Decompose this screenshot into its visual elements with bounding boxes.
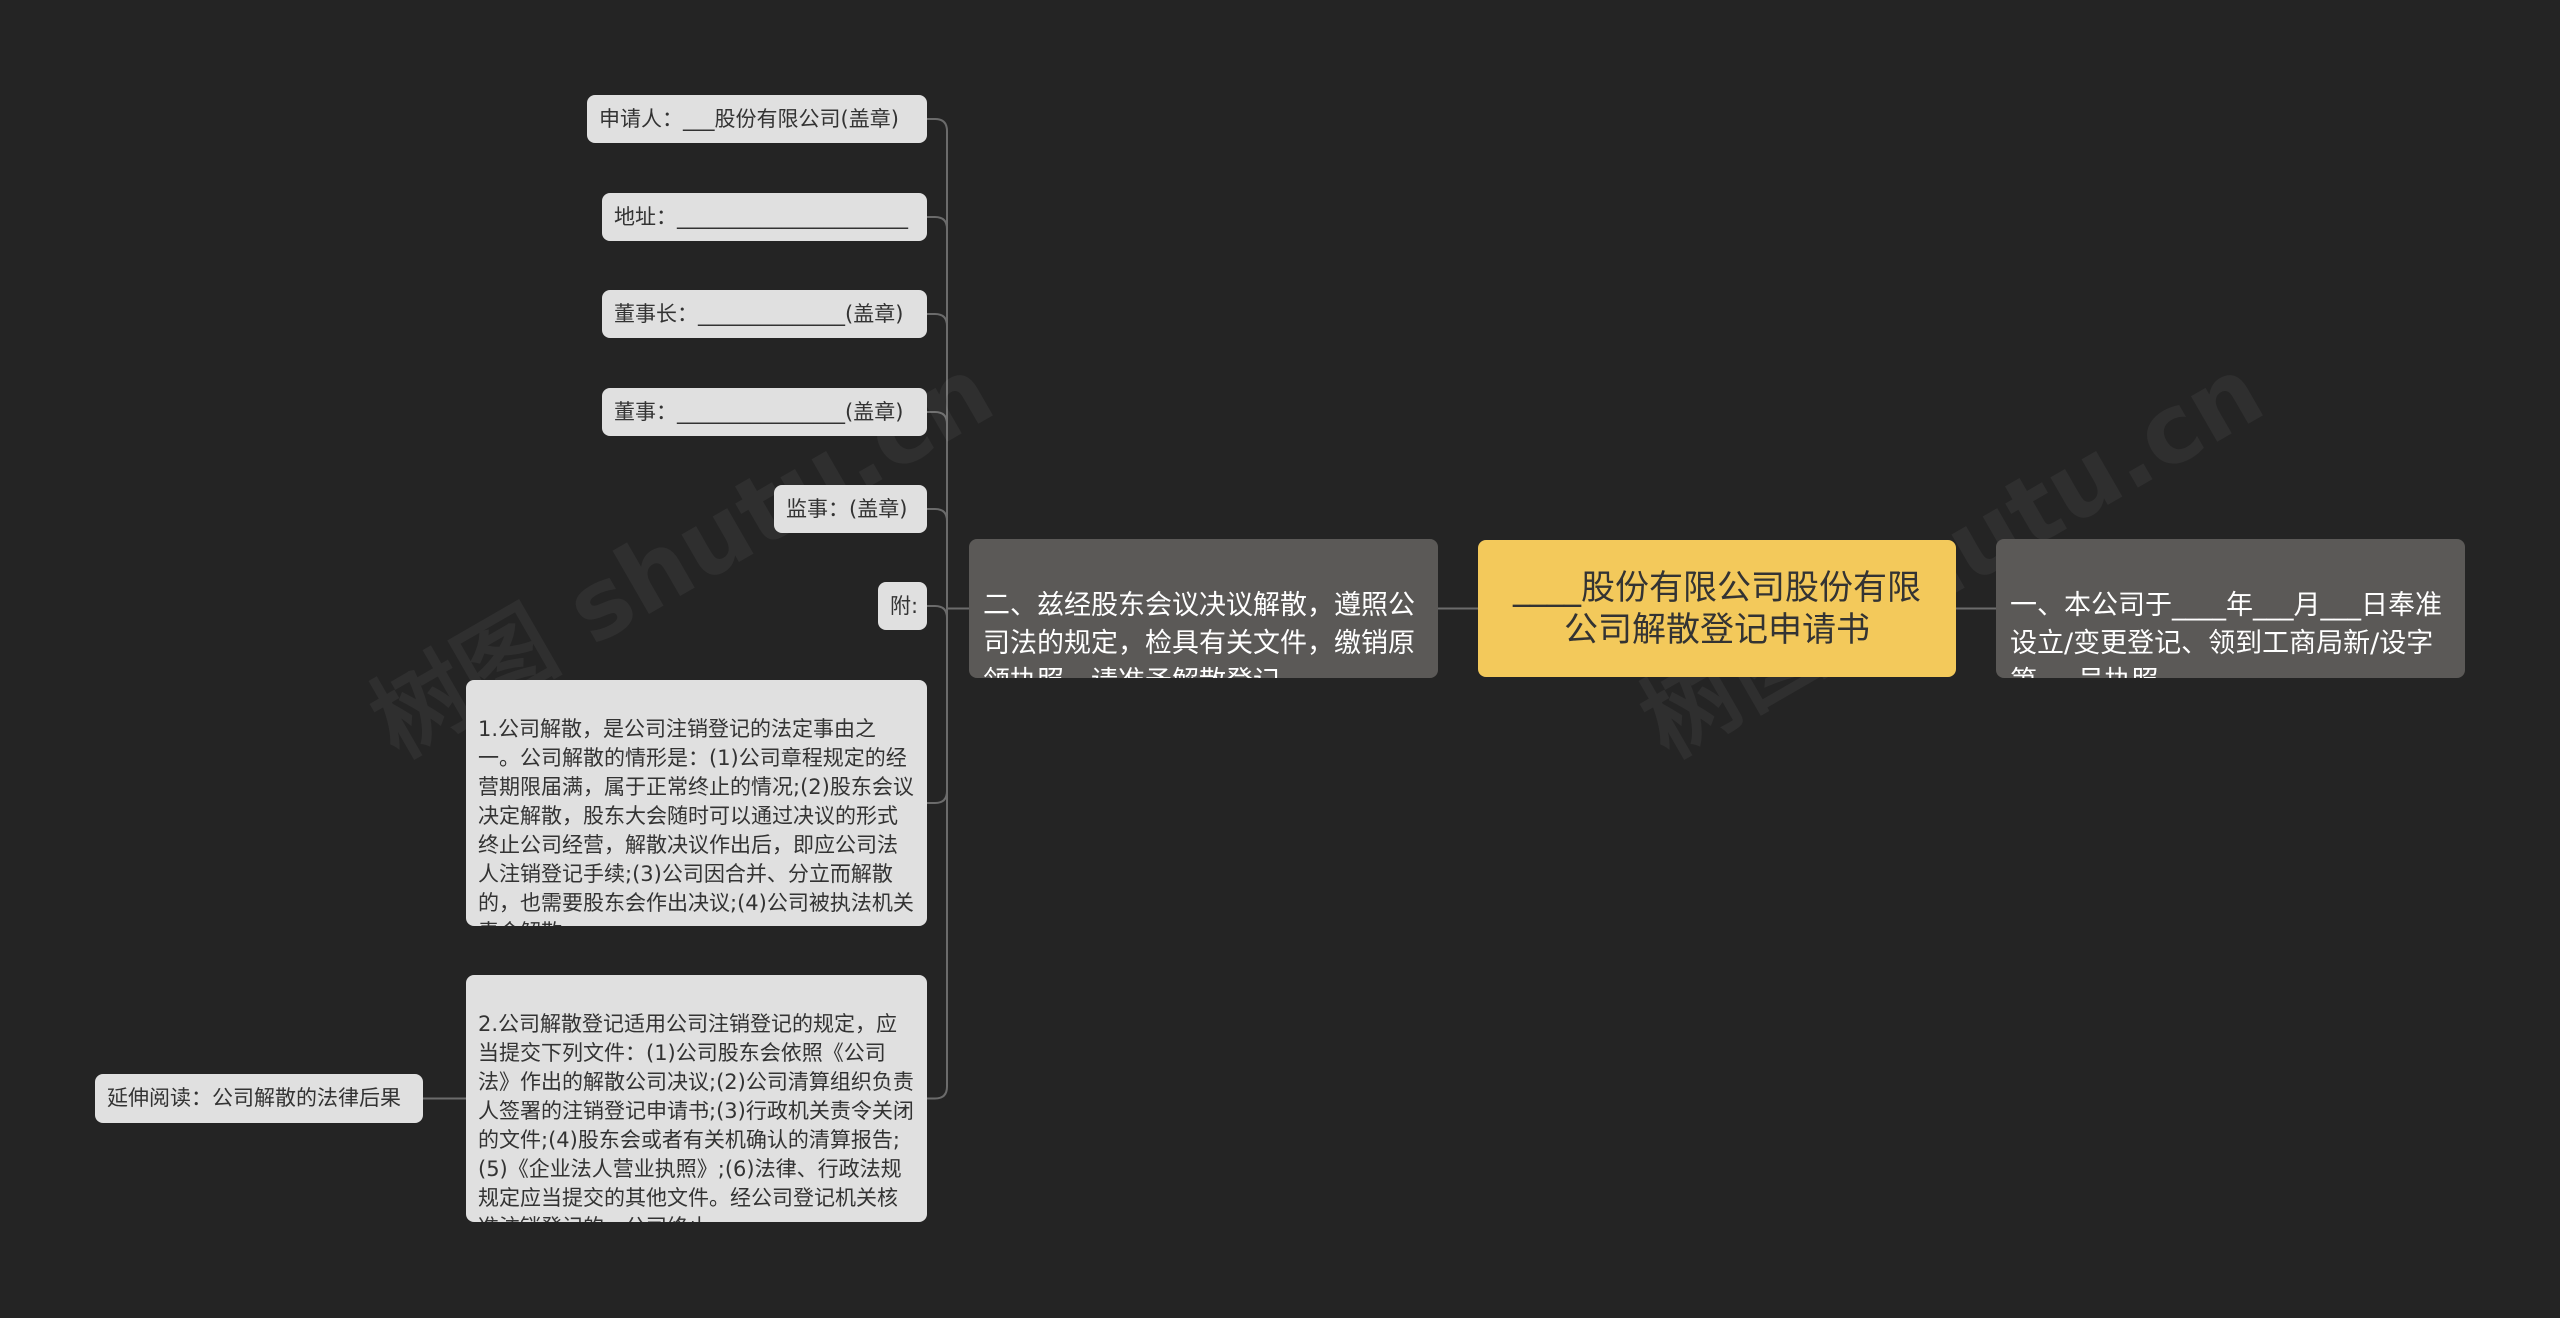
branch-right[interactable]: 一、本公司于____年___月___日奉准设立/变更登记、领到工商局新/设字第_…	[1996, 539, 2465, 678]
leaf-supervisor[interactable]: 监事：(盖章)	[774, 485, 927, 533]
extended-reading-link[interactable]: 延伸阅读：公司解散的法律后果	[95, 1074, 423, 1123]
leaf-attachment[interactable]: 附:	[878, 582, 927, 630]
leaf-director[interactable]: 董事：________________(盖章)	[602, 388, 927, 436]
branch-left-text: 二、兹经股东会议决议解散，遵照公司法的规定，检具有关文件，缴销原领执照，请准予解…	[983, 590, 1415, 678]
extended-reading-text: 延伸阅读：公司解散的法律后果	[107, 1086, 401, 1110]
leaf-note-dissolution[interactable]: 1.公司解散，是公司注销登记的法定事由之一。公司解散的情形是：(1)公司章程规定…	[466, 680, 927, 926]
leaf-attachment-text: 附:	[890, 593, 919, 618]
leaf-note-registration[interactable]: 2.公司解散登记适用公司注销登记的规定，应当提交下列文件：(1)公司股东会依照《…	[466, 975, 927, 1222]
leaf-chairman[interactable]: 董事长：______________(盖章)	[602, 290, 927, 338]
leaf-applicant-text: 申请人：___股份有限公司(盖章)	[599, 106, 899, 131]
edge-leaf-4	[927, 508, 969, 610]
branch-right-text: 一、本公司于____年___月___日奉准设立/变更登记、领到工商局新/设字第_…	[2010, 590, 2442, 678]
central-topic[interactable]: ____股份有限公司股份有限公司解散登记申请书	[1478, 540, 1956, 677]
leaf-supervisor-text: 监事：(盖章)	[786, 496, 908, 521]
central-topic-text: ____股份有限公司股份有限公司解散登记申请书	[1513, 567, 1921, 650]
leaf-director-text: 董事：________________(盖章)	[614, 399, 904, 424]
leaf-note-registration-text: 2.公司解散登记适用公司注销登记的规定，应当提交下列文件：(1)公司股东会依照《…	[478, 1012, 914, 1222]
edge-leaf-7	[927, 607, 969, 1100]
leaf-address[interactable]: 地址：______________________	[602, 193, 927, 241]
leaf-chairman-text: 董事长：______________(盖章)	[614, 301, 904, 326]
branch-left[interactable]: 二、兹经股东会议决议解散，遵照公司法的规定，检具有关文件，缴销原领执照，请准予解…	[969, 539, 1438, 678]
leaf-address-text: 地址：______________________	[614, 204, 908, 229]
leaf-applicant[interactable]: 申请人：___股份有限公司(盖章)	[587, 95, 927, 143]
leaf-note-dissolution-text: 1.公司解散，是公司注销登记的法定事由之一。公司解散的情形是：(1)公司章程规定…	[478, 717, 914, 926]
